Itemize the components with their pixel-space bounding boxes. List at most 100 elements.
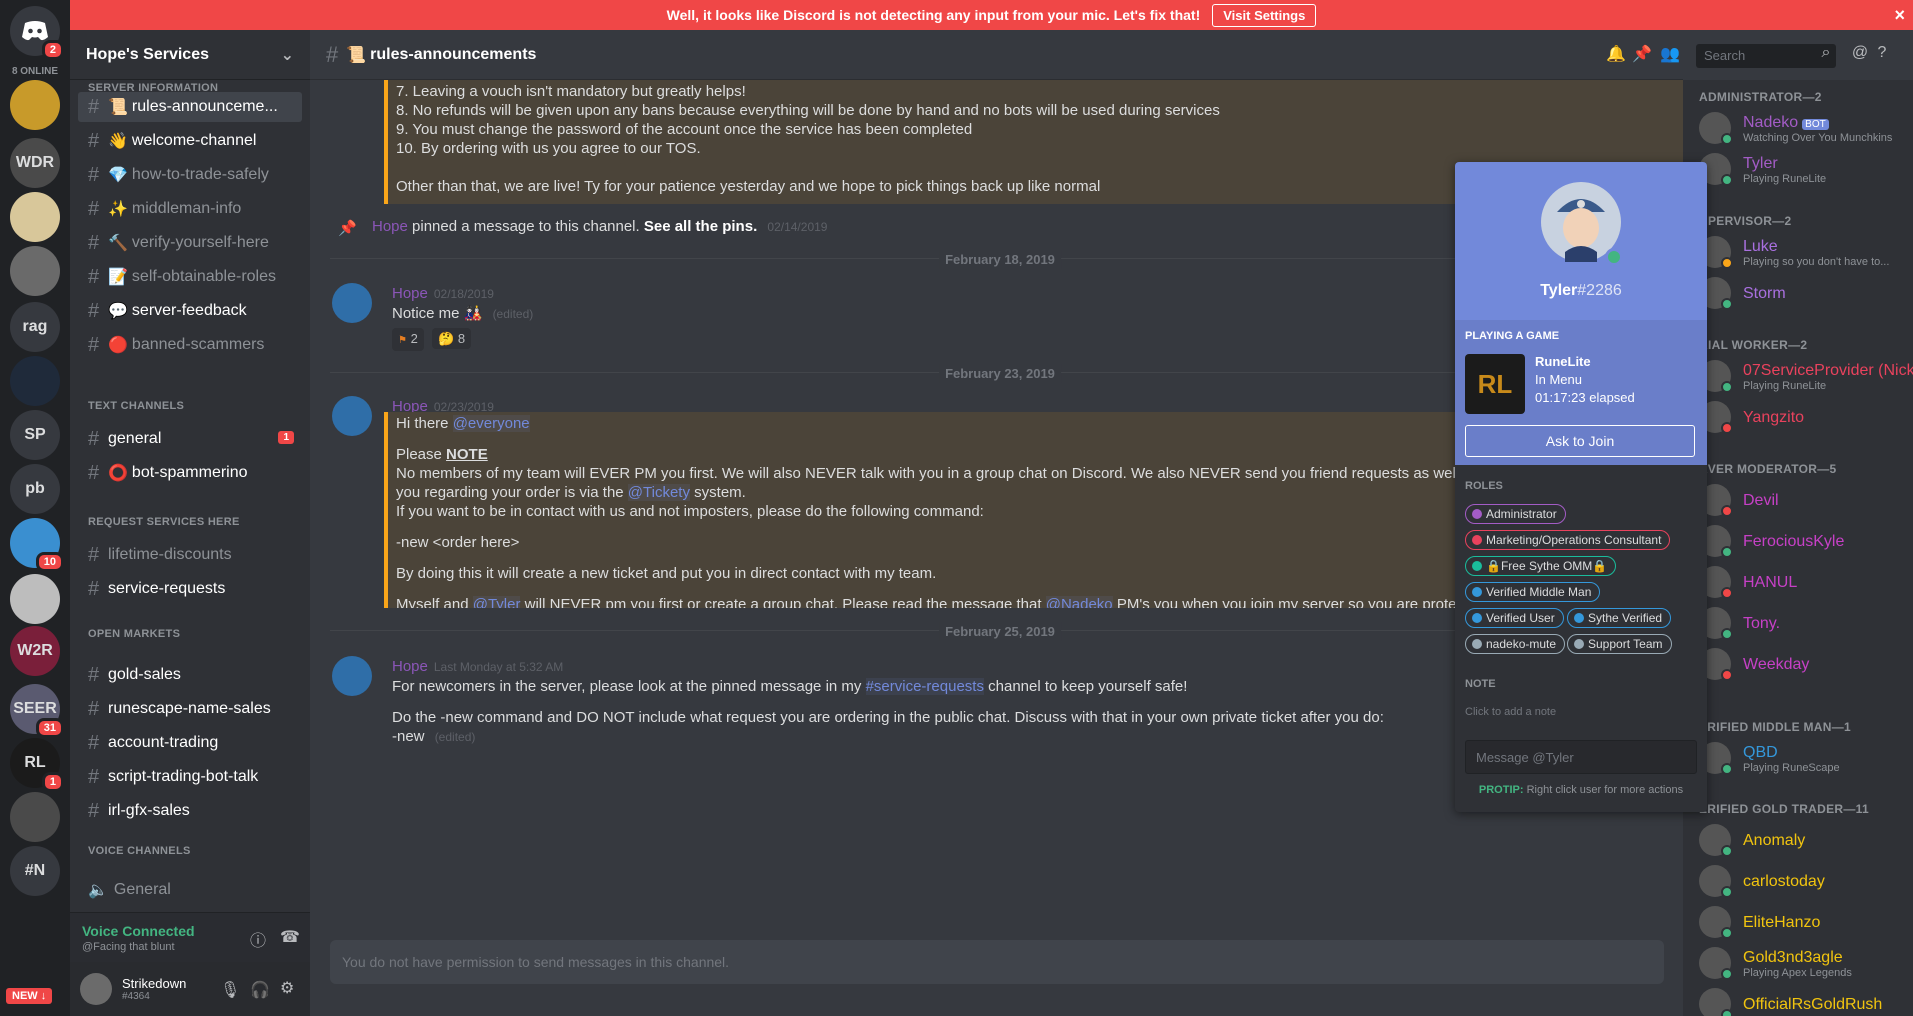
search-input[interactable]: Search [1696, 44, 1836, 68]
channel-item[interactable]: # service-requests [78, 574, 302, 604]
server-icon[interactable] [10, 246, 60, 296]
mentions-icon[interactable]: @ [1850, 44, 1870, 64]
server-icon[interactable]: WDR [10, 138, 60, 188]
member-activity: Playing so you don't have to... [1743, 256, 1890, 268]
member-item[interactable]: Tyler Playing RuneLite [1699, 151, 1909, 187]
server-icon[interactable]: pb [10, 464, 60, 514]
server-icon[interactable]: SEER 31 [10, 684, 64, 738]
channel-item[interactable]: # runescape-name-sales [78, 694, 302, 724]
member-item[interactable]: Weekday [1699, 646, 1909, 682]
server-icon[interactable] [10, 80, 60, 130]
channel-item[interactable]: # ✨ middleman-info [78, 194, 302, 224]
channel-item[interactable]: # 👋 welcome-channel [78, 126, 302, 156]
member-name-row: Nadeko BOT [1743, 114, 1829, 132]
visit-settings-button[interactable]: Visit Settings [1212, 3, 1317, 27]
role-pill[interactable]: 🔒Free Sythe OMM🔒 [1465, 556, 1617, 576]
note-input[interactable]: Click to add a note [1465, 706, 1556, 718]
role-pill[interactable]: Sythe Verified [1567, 608, 1672, 628]
channel-item[interactable]: # irl-gfx-sales [78, 796, 302, 826]
server-icon[interactable]: W2R [10, 626, 60, 676]
member-item[interactable]: carlostoday [1699, 863, 1909, 899]
role-pill[interactable]: Verified Middle Man [1465, 582, 1601, 602]
member-item[interactable]: HANUL [1699, 564, 1909, 600]
ask-to-join-button[interactable]: Ask to Join [1465, 425, 1695, 457]
member-list-icon[interactable]: 👥 [1660, 44, 1680, 64]
member-item[interactable]: Anomaly [1699, 822, 1909, 858]
role-pill[interactable]: Support Team [1567, 634, 1672, 654]
tyler-mention[interactable]: @Tyler [472, 596, 521, 608]
member-item[interactable]: QBD Playing RuneScape [1699, 740, 1909, 776]
channel-item[interactable]: # account-trading [78, 728, 302, 758]
avatar[interactable] [332, 283, 372, 323]
channel-item[interactable]: # 🔴 banned-scammers [78, 330, 302, 360]
pin-icon[interactable]: 📌 [1632, 44, 1652, 64]
avatar[interactable] [332, 656, 372, 696]
channel-item[interactable]: # general 1 [78, 424, 302, 454]
everyone-mention[interactable]: @everyone [452, 415, 530, 432]
channel-item[interactable]: # 💬 server-feedback [78, 296, 302, 326]
author-name[interactable]: Hope [392, 658, 428, 675]
see-all-pins-link[interactable]: See all the pins. [644, 218, 757, 235]
new-unreads-button[interactable]: NEW ↓ [6, 988, 53, 1004]
channel-item[interactable]: # 🔨 verify-yourself-here [78, 228, 302, 258]
server-icon[interactable] [10, 574, 60, 624]
server-icon[interactable] [10, 792, 60, 842]
category-text-channels[interactable]: TEXT CHANNELS [88, 400, 184, 412]
member-item[interactable]: Nadeko BOT Watching Over You Munchkins [1699, 110, 1909, 146]
headphones-icon[interactable]: 🎧 [250, 980, 270, 1000]
nadeko-mention[interactable]: @Nadeko [1045, 596, 1113, 608]
server-icon[interactable]: rag [10, 302, 60, 352]
channel-item[interactable]: # script-trading-bot-talk [78, 762, 302, 792]
search-icon[interactable]: ⌕ [1816, 44, 1836, 64]
role-pill[interactable]: nadeko-mute [1465, 634, 1566, 654]
tickety-mention[interactable]: @Tickety [627, 484, 690, 501]
server-icon[interactable]: 10 [10, 518, 64, 572]
gear-icon[interactable]: ⚙ [280, 978, 294, 998]
pin-author[interactable]: Hope [372, 218, 408, 235]
author-name[interactable]: Hope [392, 285, 428, 302]
channel-item[interactable]: # 📝 self-obtainable-roles [78, 262, 302, 292]
member-item[interactable]: Luke Playing so you don't have to... [1699, 234, 1909, 270]
server-icon[interactable]: SP [10, 410, 60, 460]
server-icon[interactable]: #N [10, 846, 60, 896]
role-pill[interactable]: Verified User [1465, 608, 1564, 628]
disconnect-icon[interactable]: ☎ [280, 927, 300, 947]
member-item[interactable]: Yangzito [1699, 399, 1909, 435]
member-item[interactable]: OfficialRsGoldRush [1699, 986, 1909, 1016]
member-item[interactable]: Tony. [1699, 605, 1909, 641]
close-icon[interactable]: × [1894, 5, 1905, 26]
guild-header[interactable]: Hope's Services ⌄ [70, 30, 310, 80]
avatar[interactable] [332, 396, 372, 436]
category-request-services[interactable]: REQUEST SERVICES HERE [88, 516, 240, 528]
role-pill[interactable]: Marketing/Operations Consultant [1465, 530, 1671, 550]
bell-icon[interactable]: 🔔 [1606, 44, 1626, 64]
channel-mention[interactable]: #service-requests [865, 678, 984, 695]
info-icon[interactable]: ⓘ [250, 927, 266, 951]
member-item[interactable]: Storm [1699, 275, 1909, 311]
voice-channel-general[interactable]: 🔈 General [78, 875, 302, 905]
role-pill[interactable]: Administrator [1465, 504, 1566, 524]
server-icon[interactable] [10, 192, 60, 242]
reaction-button[interactable]: ⚑ 2 [392, 328, 424, 351]
microphone-icon[interactable]: 🎙 [220, 980, 240, 1000]
server-icon[interactable] [10, 356, 60, 406]
home-button[interactable]: 2 [10, 6, 64, 60]
member-item[interactable]: EliteHanzo [1699, 904, 1909, 940]
avatar[interactable] [80, 973, 112, 1005]
category-open-markets[interactable]: OPEN MARKETS [88, 628, 180, 640]
member-item[interactable]: FerociousKyle [1699, 523, 1909, 559]
channel-item[interactable]: # lifetime-discounts [78, 540, 302, 570]
direct-message-input[interactable]: Message @Tyler [1465, 740, 1697, 774]
help-icon[interactable]: ? [1872, 44, 1892, 64]
channel-item[interactable]: # gold-sales [78, 660, 302, 690]
member-item[interactable]: Devil [1699, 482, 1909, 518]
member-item[interactable]: Gold3nd3agle Playing Apex Legends [1699, 945, 1909, 981]
channel-item[interactable]: # ⭕ bot-spammerino [78, 458, 302, 488]
server-icon[interactable]: RL 1 [10, 738, 64, 792]
message-input[interactable]: You do not have permission to send messa… [330, 940, 1664, 984]
channel-item[interactable]: # 📜 rules-announceme... [78, 92, 302, 122]
category-voice-channels[interactable]: VOICE CHANNELS [88, 845, 191, 857]
member-item[interactable]: 07ServiceProvider (Nick) Playing RuneLite [1699, 358, 1913, 394]
channel-item[interactable]: # 💎 how-to-trade-safely [78, 160, 302, 190]
reaction-button[interactable]: 🤔 8 [432, 328, 472, 349]
